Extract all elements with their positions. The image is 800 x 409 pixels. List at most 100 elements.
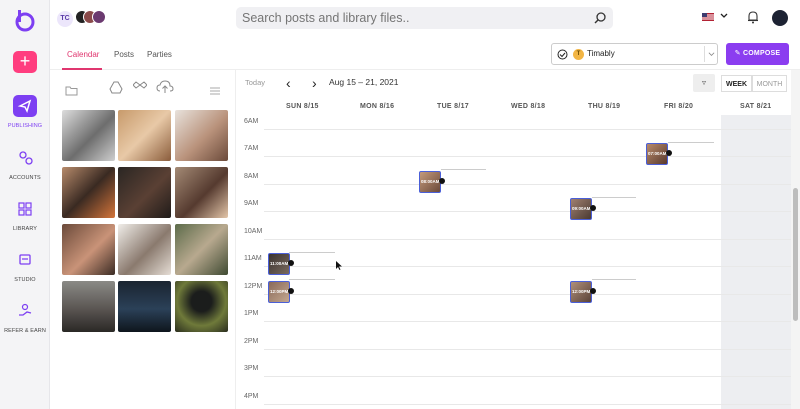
account-avatar[interactable] xyxy=(772,10,788,26)
filter-icon[interactable]: ▿ xyxy=(693,74,715,92)
media-thumbnail[interactable] xyxy=(118,281,171,332)
chevron-down-icon[interactable] xyxy=(708,51,715,58)
hour-label: 11AM xyxy=(244,255,262,262)
top-bar: TC xyxy=(50,0,800,38)
scheduled-post[interactable]: 07:00AM xyxy=(646,143,672,165)
hour-label: 1PM xyxy=(244,310,259,317)
media-thumbnail[interactable] xyxy=(62,110,115,161)
hour-line xyxy=(264,294,792,295)
scheduled-post[interactable]: 08:00AM xyxy=(419,171,445,193)
nav-accounts[interactable]: ACCOUNTS xyxy=(0,147,50,181)
tab-posts[interactable]: Posts xyxy=(114,50,134,59)
grid-icon xyxy=(18,202,32,216)
post-connector xyxy=(289,279,335,280)
gift-icon xyxy=(19,303,32,316)
media-thumbnail[interactable] xyxy=(62,224,115,275)
search-input[interactable] xyxy=(242,7,582,29)
hour-label: 10AM xyxy=(244,228,263,235)
tab-calendar[interactable]: Calendar xyxy=(67,50,99,59)
hour-line xyxy=(264,129,792,130)
google-drive-icon[interactable] xyxy=(109,81,123,94)
week-grid[interactable]: 6AM 7AM 8AM 9AM 10AM 11AM 12PM 1PM 2PM 3… xyxy=(236,115,792,409)
sliders-icon[interactable] xyxy=(210,86,220,95)
hour-line xyxy=(264,239,792,240)
tab-parties[interactable]: Parties xyxy=(147,50,172,59)
compose-button[interactable]: ✎ COMPOSE xyxy=(726,43,789,65)
hour-line xyxy=(264,266,792,267)
nav-publishing[interactable]: PUBLISHING xyxy=(0,95,50,129)
chevron-down-icon[interactable] xyxy=(720,12,728,20)
media-thumbnail[interactable] xyxy=(175,224,228,275)
scheduled-post[interactable]: 09:00AM xyxy=(570,198,596,220)
cloud-upload-icon[interactable] xyxy=(156,80,174,94)
media-thumbnail[interactable] xyxy=(175,281,228,332)
app-window: + PUBLISHING ACCOUNTS LIBRARY STUDIO REF… xyxy=(0,0,800,409)
post-time: 08:00AM xyxy=(421,179,440,184)
account-selector[interactable]: T Timably xyxy=(551,43,718,65)
hour-line xyxy=(264,156,792,157)
hour-line xyxy=(264,321,792,322)
nav-refer-earn[interactable]: REFER & EARN xyxy=(0,300,50,334)
sub-header: Calendar Posts Parties T Timably ✎ COMPO… xyxy=(50,38,800,70)
check-circle-icon xyxy=(557,49,568,60)
next-week-icon[interactable]: › xyxy=(312,75,317,91)
hour-label: 3PM xyxy=(244,365,259,372)
day-header: MON 8/16 xyxy=(360,103,395,110)
calendar-scrollbar[interactable] xyxy=(791,70,800,409)
hour-label: 6AM xyxy=(244,118,259,125)
hour-line xyxy=(264,184,792,185)
scheduled-post[interactable]: 12:00PM xyxy=(268,281,294,303)
us-flag-icon[interactable] xyxy=(702,13,714,21)
nav-studio[interactable]: STUDIO xyxy=(0,249,50,283)
logo-icon[interactable] xyxy=(13,8,37,32)
nav-label: PUBLISHING xyxy=(7,123,43,129)
search-icon[interactable] xyxy=(593,11,607,25)
week-view-button[interactable]: WEEK xyxy=(721,75,752,92)
hour-line xyxy=(264,404,792,405)
bell-icon[interactable] xyxy=(747,10,759,24)
nav-label: LIBRARY xyxy=(12,226,38,232)
create-button[interactable]: + xyxy=(13,51,37,73)
prev-week-icon[interactable]: ‹ xyxy=(286,75,291,91)
calendar-toolbar: Today ‹ › Aug 15 – 21, 2021 ▿ WEEK MONTH xyxy=(236,70,800,100)
post-time: 11:00AM xyxy=(270,261,289,266)
folder-icon[interactable] xyxy=(65,85,78,96)
media-thumbnail[interactable] xyxy=(175,110,228,161)
media-thumbnail[interactable] xyxy=(118,224,171,275)
nav-label: ACCOUNTS xyxy=(9,175,41,181)
media-thumbnail[interactable] xyxy=(62,281,115,332)
side-nav: + PUBLISHING ACCOUNTS LIBRARY STUDIO REF… xyxy=(0,0,50,409)
library-toolbar xyxy=(58,78,230,102)
hour-label: 7AM xyxy=(244,145,259,152)
post-connector xyxy=(441,169,486,170)
divider xyxy=(704,46,705,62)
scheduled-post[interactable]: 11:00AM xyxy=(268,253,294,275)
hour-label: 9AM xyxy=(244,200,259,207)
media-thumbnail[interactable] xyxy=(118,110,171,161)
platform-dot xyxy=(590,288,596,294)
day-header: WED 8/18 xyxy=(511,103,546,110)
profile-avatar[interactable] xyxy=(92,10,106,24)
saturday-column xyxy=(721,115,792,409)
scrollbar-thumb[interactable] xyxy=(793,188,798,321)
search-bar[interactable] xyxy=(236,7,613,29)
dropbox-icon[interactable] xyxy=(133,80,147,94)
platform-dot xyxy=(288,260,294,266)
post-time: 12:00PM xyxy=(572,289,591,294)
media-thumbnail[interactable] xyxy=(62,167,115,218)
platform-dot xyxy=(288,288,294,294)
day-header: THU 8/19 xyxy=(588,103,621,110)
user-initials-avatar[interactable]: TC xyxy=(57,11,73,27)
media-thumbnail[interactable] xyxy=(175,167,228,218)
nav-library[interactable]: LIBRARY xyxy=(0,198,50,232)
media-thumbnail[interactable] xyxy=(118,167,171,218)
nav-label: STUDIO xyxy=(14,277,36,283)
calendar: Today ‹ › Aug 15 – 21, 2021 ▿ WEEK MONTH… xyxy=(235,70,800,409)
mouse-cursor-icon xyxy=(336,261,342,270)
month-view-button[interactable]: MONTH xyxy=(752,75,787,92)
hour-label: 12PM xyxy=(244,283,263,290)
post-time: 12:00PM xyxy=(270,289,289,294)
today-button[interactable]: Today xyxy=(245,78,265,87)
scheduled-post[interactable]: 12:00PM xyxy=(570,281,596,303)
post-connector xyxy=(289,252,335,253)
